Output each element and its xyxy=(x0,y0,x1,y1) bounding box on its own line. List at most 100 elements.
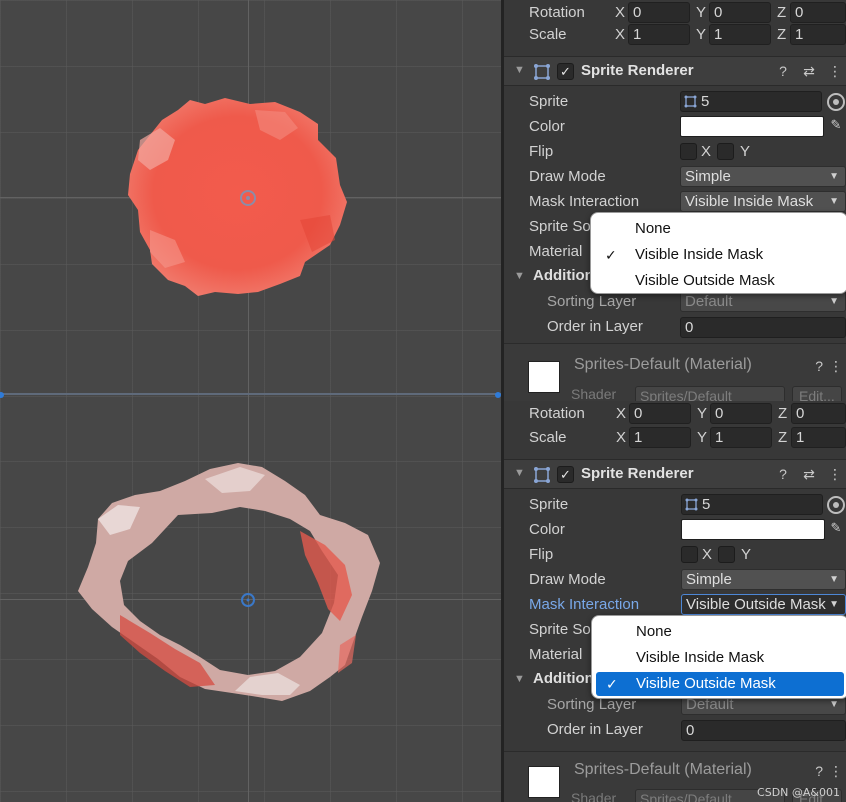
help-icon[interactable]: ? xyxy=(815,358,823,374)
order-in-layer-field[interactable]: 0 xyxy=(680,317,846,338)
color-swatch[interactable] xyxy=(680,116,824,137)
fold-arrow-icon[interactable]: ▼ xyxy=(514,270,525,282)
component-title: Sprite Renderer xyxy=(581,62,694,79)
help-icon[interactable]: ? xyxy=(775,63,791,80)
flip-y-label: Y xyxy=(740,143,751,160)
rotation-y-field[interactable]: 0 xyxy=(709,2,771,23)
rotation-x-field[interactable]: 0 xyxy=(628,2,690,23)
flip-y-checkbox[interactable] xyxy=(718,546,735,563)
kebab-menu-icon[interactable]: ⋮ xyxy=(829,763,843,780)
enable-checkbox[interactable]: ✓ xyxy=(557,466,574,483)
menu-item-visible-outside-mask[interactable]: ✓ Visible Outside Mask xyxy=(596,672,844,696)
rotation-z-field[interactable]: 0 xyxy=(790,2,846,23)
axis-x-label: X xyxy=(615,4,626,21)
rotation-z-field[interactable]: 0 xyxy=(791,403,846,424)
flip-x-checkbox[interactable] xyxy=(680,143,697,160)
sprite-row: Sprite 5 xyxy=(504,492,846,517)
sorting-layer-dropdown[interactable]: Default ▼ xyxy=(680,291,846,312)
mask-interaction-dropdown[interactable]: Visible Inside Mask ▼ xyxy=(680,191,846,212)
rotation-y-field[interactable]: 0 xyxy=(710,403,772,424)
object-picker-icon[interactable] xyxy=(827,496,845,514)
enable-checkbox[interactable]: ✓ xyxy=(557,63,574,80)
order-in-layer-label: Order in Layer xyxy=(547,318,643,335)
sprite-sort-label: Sprite So xyxy=(529,218,591,235)
menu-item-none[interactable]: None xyxy=(595,217,843,241)
scale-x-field[interactable]: 1 xyxy=(628,24,690,45)
sprite-sort-label: Sprite So xyxy=(529,621,591,638)
help-icon[interactable]: ? xyxy=(775,466,791,483)
flip-label: Flip xyxy=(529,546,554,563)
sprite-renderer-header[interactable]: ▼ ✓ Sprite Renderer ? ⇄ ⋮ xyxy=(504,56,846,86)
sprite-value: 5 xyxy=(702,496,711,513)
order-in-layer-row: Order in Layer 0 xyxy=(504,717,846,742)
flip-x-checkbox[interactable] xyxy=(681,546,698,563)
checkmark-icon: ✓ xyxy=(606,676,618,692)
mask-interaction-label: Mask Interaction xyxy=(529,596,640,613)
order-in-layer-field[interactable]: 0 xyxy=(681,720,846,741)
color-label: Color xyxy=(529,521,565,538)
draw-mode-dropdown[interactable]: Simple ▼ xyxy=(680,166,846,187)
presets-icon[interactable]: ⇄ xyxy=(801,63,817,80)
fold-arrow-icon[interactable]: ▼ xyxy=(514,64,525,76)
scene-view-bottom[interactable] xyxy=(0,401,501,802)
masked-ring-sprite[interactable] xyxy=(0,401,501,802)
menu-item-label: Visible Outside Mask xyxy=(635,272,775,289)
eyedropper-icon[interactable]: ✎ xyxy=(828,520,844,538)
axis-y-label: Y xyxy=(696,26,707,43)
mask-interaction-menu: None ✓ Visible Inside Mask Visible Outsi… xyxy=(590,212,846,294)
object-picker-icon[interactable] xyxy=(827,93,845,111)
mask-interaction-row: Mask Interaction Visible Outside Mask ▼ xyxy=(504,592,846,617)
menu-item-label: None xyxy=(636,623,672,640)
presets-icon[interactable]: ⇄ xyxy=(801,466,817,483)
menu-item-visible-inside-mask[interactable]: Visible Inside Mask xyxy=(596,646,844,670)
draw-mode-label: Draw Mode xyxy=(529,571,606,588)
menu-item-label: Visible Outside Mask xyxy=(636,675,776,692)
fold-arrow-icon[interactable]: ▼ xyxy=(514,673,525,685)
split-divider xyxy=(0,393,501,395)
rotation-x-field[interactable]: 0 xyxy=(629,403,691,424)
scale-y-field[interactable]: 1 xyxy=(710,427,772,448)
scale-x-field[interactable]: 1 xyxy=(629,427,691,448)
additional-settings-title: Addition xyxy=(533,267,594,284)
axis-z-label: Z xyxy=(777,4,787,21)
axis-z-label: Z xyxy=(778,405,788,422)
sprite-value: 5 xyxy=(701,93,710,110)
red-splat-sprite[interactable] xyxy=(0,0,501,393)
dropdown-arrow-icon: ▼ xyxy=(829,296,839,307)
scale-y-field[interactable]: 1 xyxy=(709,24,771,45)
kebab-menu-icon[interactable]: ⋮ xyxy=(827,466,843,483)
eyedropper-icon[interactable]: ✎ xyxy=(828,117,844,135)
menu-item-visible-outside-mask[interactable]: Visible Outside Mask xyxy=(595,269,843,293)
shader-label: Shader xyxy=(571,790,617,802)
axis-y-label: Y xyxy=(697,405,708,422)
kebab-menu-icon[interactable]: ⋮ xyxy=(827,63,843,80)
help-icon[interactable]: ? xyxy=(815,763,823,779)
shader-dropdown[interactable]: Sprites/Default xyxy=(635,386,785,401)
color-swatch[interactable] xyxy=(681,519,825,540)
draw-mode-value: Simple xyxy=(685,168,731,185)
edit-shader-button[interactable]: Edit... xyxy=(792,386,842,401)
scene-view-top[interactable] xyxy=(0,0,501,401)
scale-row: Scale X 1 Y 1 Z 1 xyxy=(504,425,846,450)
menu-item-none[interactable]: None xyxy=(596,620,844,644)
sprite-renderer-header[interactable]: ▼ ✓ Sprite Renderer ? ⇄ ⋮ xyxy=(504,459,846,489)
flip-y-checkbox[interactable] xyxy=(717,143,734,160)
color-row: Color ✎ xyxy=(504,114,846,139)
mask-interaction-dropdown[interactable]: Visible Outside Mask ▼ xyxy=(681,594,846,615)
scale-z-field[interactable]: 1 xyxy=(791,427,846,448)
material-title: Sprites-Default (Material) xyxy=(574,761,752,778)
axis-x-label: X xyxy=(615,26,626,43)
scale-z-field[interactable]: 1 xyxy=(790,24,846,45)
mask-interaction-value: Visible Outside Mask xyxy=(686,596,826,613)
fold-arrow-icon[interactable]: ▼ xyxy=(514,467,525,479)
draw-mode-dropdown[interactable]: Simple ▼ xyxy=(681,569,846,590)
sprite-field[interactable]: 5 xyxy=(680,91,822,112)
flip-row: Flip X Y xyxy=(504,542,846,567)
axis-x-label: X xyxy=(616,429,627,446)
flip-x-label: X xyxy=(702,546,713,563)
menu-item-visible-inside-mask[interactable]: ✓ Visible Inside Mask xyxy=(595,243,843,267)
draw-mode-value: Simple xyxy=(686,571,732,588)
sprite-field[interactable]: 5 xyxy=(681,494,823,515)
sprite-label: Sprite xyxy=(529,93,569,110)
kebab-menu-icon[interactable]: ⋮ xyxy=(829,358,843,375)
